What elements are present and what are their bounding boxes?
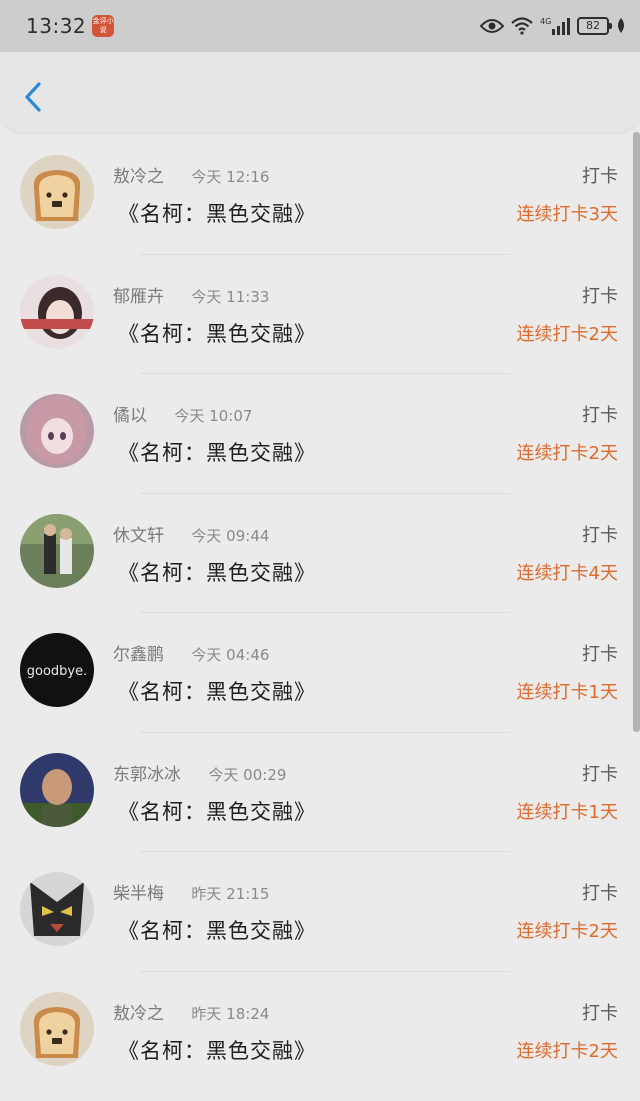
user-name: 尔鑫鹏 今天 04:46	[113, 640, 269, 665]
goodbye-text: goodbye.	[27, 664, 88, 679]
user-name: 敖冷之 昨天 18:24	[113, 999, 269, 1024]
user-name: 柴半梅 昨天 21:15	[113, 879, 269, 904]
checkin-time: 今天 10:07	[174, 407, 253, 425]
avatar[interactable]	[20, 991, 94, 1066]
avatar[interactable]	[20, 274, 94, 349]
list-item[interactable]: 郁雁卉 今天 11:33 《名柯：黑色交融》 打卡 连续打卡2天	[0, 253, 640, 374]
header	[0, 52, 640, 132]
user-name: 东郭冰冰 今天 00:29	[113, 760, 286, 785]
book-title: 《名柯：黑色交融》	[118, 321, 316, 346]
checkin-label: 打卡	[582, 405, 618, 426]
checkin-list: 敖冷之 今天 12:16 《名柯：黑色交融》 打卡 连续打卡3天 郁雁卉 今天 …	[0, 134, 640, 1090]
avatar[interactable]	[20, 872, 94, 946]
leaf-icon	[616, 18, 626, 34]
user-name: 郁雁卉 今天 11:33	[113, 282, 269, 307]
streak-label: 连续打卡2天	[516, 443, 618, 464]
list-item[interactable]: 柴半梅 昨天 21:15 《名柯：黑色交融》 打卡 连续打卡2天	[0, 851, 640, 971]
book-title: 《名柯：黑色交融》	[118, 799, 316, 824]
list-item[interactable]: 敖冷之 今天 12:16 《名柯：黑色交融》 打卡 连续打卡3天	[0, 134, 640, 254]
list-item[interactable]: 敖冷之 昨天 18:24 《名柯：黑色交融》 打卡 连续打卡2天	[0, 970, 640, 1091]
checkin-time: 今天 00:29	[208, 765, 287, 784]
eye-icon	[480, 18, 504, 34]
user-name: 敖冷之 今天 12:16	[113, 162, 269, 187]
user-name-text: 休文轩	[113, 525, 164, 546]
checkin-label: 打卡	[582, 883, 618, 904]
book-title: 《名柯：黑色交融》	[118, 441, 316, 465]
list-item[interactable]: 东郭冰冰 今天 00:29 《名柯：黑色交融》 打卡 连续打卡1天	[0, 731, 640, 852]
book-title: 《名柯：黑色交融》	[118, 680, 316, 704]
avatar[interactable]	[20, 394, 94, 468]
checkin-time: 今天 11:33	[191, 287, 270, 306]
signal-icon: 4G	[540, 16, 570, 36]
checkin-time: 今天 12:16	[191, 168, 270, 186]
streak-label: 连续打卡2天	[516, 323, 618, 345]
streak-label: 连续打卡2天	[516, 1040, 618, 1062]
avatar[interactable]: goodbye.	[20, 633, 94, 707]
book-title: 《名柯：黑色交融》	[118, 919, 316, 943]
battery-icon: 82	[577, 17, 612, 35]
scrollbar[interactable]	[633, 132, 640, 732]
status-time: 13:32	[26, 14, 87, 38]
streak-label: 连续打卡4天	[516, 562, 618, 584]
user-name: 僪以 今天 10:07	[113, 401, 252, 426]
status-bar: 13:32 金评小说 4G 82	[0, 0, 640, 52]
book-title: 《名柯：黑色交融》	[118, 202, 316, 226]
user-name-text: 尔鑫鹏	[113, 645, 164, 665]
checkin-time: 今天 09:44	[191, 526, 270, 545]
streak-label: 连续打卡1天	[516, 801, 618, 823]
back-button[interactable]	[18, 76, 52, 118]
network-type: 4G	[540, 17, 551, 26]
streak-label: 连续打卡3天	[516, 204, 618, 225]
avatar[interactable]	[20, 513, 94, 588]
user-name-text: 敖冷之	[113, 1003, 164, 1024]
checkin-time: 昨天 21:15	[191, 885, 270, 903]
avatar[interactable]	[20, 155, 94, 229]
user-name-text: 敖冷之	[113, 167, 164, 187]
streak-label: 连续打卡2天	[516, 921, 618, 942]
user-name-text: 柴半梅	[113, 884, 164, 904]
status-icons: 4G 82	[480, 0, 626, 52]
checkin-time: 今天 04:46	[191, 646, 270, 664]
checkin-label: 打卡	[582, 524, 618, 546]
checkin-label: 打卡	[582, 166, 618, 187]
user-name-text: 东郭冰冰	[113, 764, 181, 785]
wifi-icon	[511, 17, 533, 35]
checkin-time: 昨天 18:24	[191, 1004, 270, 1023]
user-name-text: 郁雁卉	[113, 286, 164, 307]
list-item[interactable]: goodbye. 尔鑫鹏 今天 04:46 《名柯：黑色交融》 打卡 连续打卡1…	[0, 612, 640, 732]
streak-label: 连续打卡1天	[516, 682, 618, 703]
book-title: 《名柯：黑色交融》	[118, 1038, 316, 1063]
checkin-label: 打卡	[582, 644, 618, 665]
checkin-label: 打卡	[582, 1002, 618, 1024]
checkin-label: 打卡	[582, 285, 618, 307]
chevron-left-icon	[25, 82, 41, 112]
user-name-text: 僪以	[113, 406, 147, 426]
list-item[interactable]: 僪以 今天 10:07 《名柯：黑色交融》 打卡 连续打卡2天	[0, 373, 640, 493]
app-badge-icon: 金评小说	[92, 15, 115, 37]
book-title: 《名柯：黑色交融》	[118, 560, 316, 585]
avatar[interactable]	[20, 752, 94, 827]
checkin-label: 打卡	[582, 763, 618, 785]
list-item[interactable]: 休文轩 今天 09:44 《名柯：黑色交融》 打卡 连续打卡4天	[0, 492, 640, 613]
user-name: 休文轩 今天 09:44	[113, 521, 269, 546]
